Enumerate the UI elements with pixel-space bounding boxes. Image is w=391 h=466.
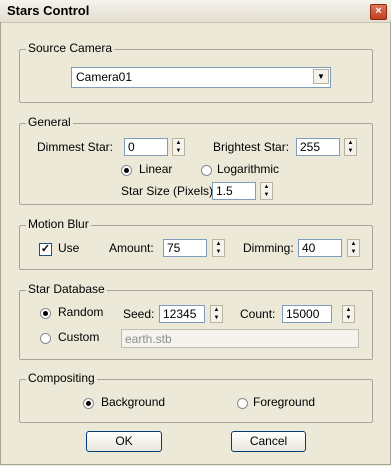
brightest-star-label: Brightest Star:	[213, 140, 290, 154]
spinner-up-icon: ▲	[263, 184, 270, 190]
source-camera-select[interactable]: Camera01 ▼	[71, 67, 331, 88]
dimmest-star-label: Dimmest Star:	[37, 140, 114, 154]
custom-label: Custom	[58, 330, 100, 344]
linear-label: Linear	[139, 162, 173, 176]
close-icon: ×	[375, 5, 382, 17]
motion-blur-legend: Motion Blur	[26, 217, 91, 231]
spinner-down-icon: ▼	[213, 315, 220, 321]
background-radio[interactable]	[83, 398, 94, 409]
foreground-radio[interactable]	[237, 398, 248, 409]
random-radio[interactable]	[40, 308, 51, 319]
spinner-up-icon: ▲	[175, 140, 182, 146]
spinner-up-icon: ▲	[350, 241, 357, 247]
dimming-input[interactable]: 40	[298, 239, 342, 257]
custom-radio[interactable]	[40, 333, 51, 344]
amount-input[interactable]: 75	[163, 239, 207, 257]
use-motion-blur-checkbox[interactable]: ✓	[39, 243, 52, 256]
count-spinner[interactable]: ▲ ▼	[342, 305, 355, 323]
brightest-star-input[interactable]: 255	[296, 138, 340, 156]
compositing-group	[19, 379, 373, 423]
custom-file-field: earth.stb	[121, 329, 359, 348]
source-camera-value: Camera01	[76, 70, 133, 84]
seed-spinner[interactable]: ▲ ▼	[210, 305, 223, 323]
window-title: Stars Control	[7, 3, 90, 18]
dimming-label: Dimming:	[243, 241, 294, 255]
amount-label: Amount:	[109, 241, 154, 255]
ok-button[interactable]: OK	[86, 431, 162, 452]
dimmest-star-spinner[interactable]: ▲ ▼	[172, 138, 185, 156]
star-size-input[interactable]: 1.5	[212, 182, 256, 200]
spinner-down-icon: ▼	[345, 315, 352, 321]
spinner-up-icon: ▲	[213, 307, 220, 313]
star-size-label: Star Size (Pixels):	[121, 184, 217, 198]
close-button[interactable]: ×	[370, 4, 387, 20]
chevron-down-icon: ▼	[313, 69, 329, 84]
star-size-spinner[interactable]: ▲ ▼	[260, 182, 273, 200]
logarithmic-label: Logarithmic	[217, 162, 280, 176]
dimmest-star-input[interactable]: 0	[124, 138, 168, 156]
seed-input[interactable]: 12345	[159, 305, 205, 323]
spinner-down-icon: ▼	[215, 249, 222, 255]
count-label: Count:	[240, 307, 276, 321]
spinner-down-icon: ▼	[175, 148, 182, 154]
compositing-legend: Compositing	[26, 371, 97, 385]
foreground-label: Foreground	[253, 395, 316, 409]
logarithmic-radio[interactable]	[201, 165, 212, 176]
seed-label: Seed:	[123, 307, 155, 321]
dimming-spinner[interactable]: ▲ ▼	[347, 239, 360, 257]
spinner-up-icon: ▲	[215, 241, 222, 247]
random-label: Random	[58, 305, 104, 319]
use-label: Use	[58, 241, 80, 255]
spinner-up-icon: ▲	[347, 140, 354, 146]
cancel-button[interactable]: Cancel	[231, 431, 306, 452]
background-label: Background	[101, 395, 166, 409]
star-database-legend: Star Database	[26, 282, 107, 296]
checkmark-icon: ✓	[40, 243, 51, 255]
spinner-down-icon: ▼	[350, 249, 357, 255]
amount-spinner[interactable]: ▲ ▼	[212, 239, 225, 257]
linear-radio[interactable]	[121, 165, 132, 176]
star-database-group	[19, 290, 373, 360]
spinner-down-icon: ▼	[263, 192, 270, 198]
spinner-up-icon: ▲	[345, 307, 352, 313]
general-legend: General	[26, 115, 73, 129]
brightest-star-spinner[interactable]: ▲ ▼	[344, 138, 357, 156]
source-camera-legend: Source Camera	[26, 41, 115, 55]
spinner-down-icon: ▼	[347, 148, 354, 154]
count-input[interactable]: 15000	[282, 305, 332, 323]
